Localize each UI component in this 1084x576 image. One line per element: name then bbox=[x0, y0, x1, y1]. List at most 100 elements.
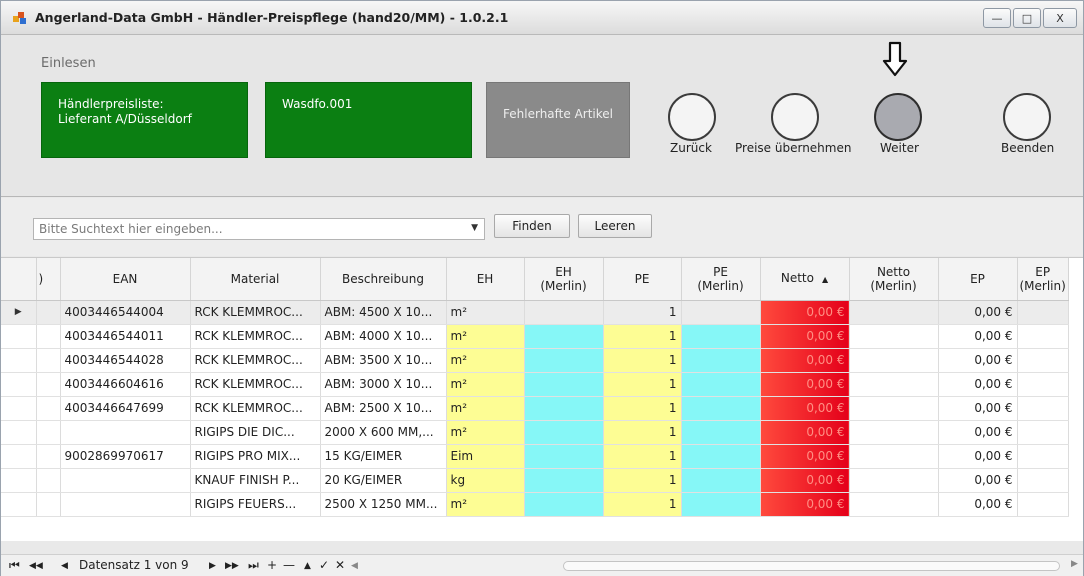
cell-netto[interactable]: 0,00 € bbox=[760, 324, 850, 349]
cell-netto[interactable]: 0,00 € bbox=[760, 420, 850, 445]
cell-pe[interactable]: 1 bbox=[603, 492, 682, 517]
remove-record-icon[interactable]: — bbox=[283, 558, 295, 572]
cell-ean[interactable]: 4003446544004 bbox=[60, 300, 191, 325]
cell-netto-merlin[interactable] bbox=[849, 324, 939, 349]
cell-ean[interactable]: 4003446604616 bbox=[60, 372, 191, 397]
cell-eh-merlin[interactable] bbox=[524, 468, 604, 493]
col-header-eh-merlin[interactable]: EH (Merlin) bbox=[524, 258, 604, 301]
table-row[interactable]: 4003446544011 RCK KLEMMROC... ABM: 4000 X … bbox=[1, 324, 1069, 349]
cell-netto[interactable]: 0,00 € bbox=[760, 444, 850, 469]
cell-ep-merlin[interactable] bbox=[1017, 492, 1069, 517]
cell-prev[interactable] bbox=[36, 492, 61, 517]
cell-pe-merlin[interactable] bbox=[681, 396, 761, 421]
cell-ep[interactable]: 0,00 € bbox=[938, 444, 1018, 469]
cell-eh-merlin[interactable] bbox=[524, 492, 604, 517]
add-record-icon[interactable]: + bbox=[267, 558, 277, 572]
col-header-ean[interactable]: EAN bbox=[60, 258, 191, 301]
row-indicator[interactable]: ▶ bbox=[1, 300, 37, 325]
cell-pe-merlin[interactable] bbox=[681, 348, 761, 373]
cell-netto-merlin[interactable] bbox=[849, 300, 939, 325]
cell-pe[interactable]: 1 bbox=[603, 372, 682, 397]
cell-material[interactable]: RIGIPS FEUERS... bbox=[190, 492, 321, 517]
apply-prices-button[interactable] bbox=[771, 93, 819, 141]
tile-fehlerhafte-artikel[interactable]: Fehlerhafte Artikel bbox=[486, 82, 630, 158]
cell-netto-merlin[interactable] bbox=[849, 492, 939, 517]
cell-netto[interactable]: 0,00 € bbox=[760, 300, 850, 325]
cell-material[interactable]: RCK KLEMMROC... bbox=[190, 372, 321, 397]
cell-netto-merlin[interactable] bbox=[849, 396, 939, 421]
find-button[interactable]: Finden bbox=[494, 214, 570, 238]
table-row[interactable]: 4003446647699 RCK KLEMMROC... ABM: 2500 X … bbox=[1, 396, 1069, 421]
cell-eh-merlin[interactable] bbox=[524, 396, 604, 421]
cell-pe[interactable]: 1 bbox=[603, 300, 682, 325]
table-row[interactable]: ▶ 4003446544004 RCK KLEMMROC... ABM: 4500 X… bbox=[1, 300, 1069, 325]
cell-pe[interactable]: 1 bbox=[603, 348, 682, 373]
row-indicator[interactable] bbox=[1, 492, 37, 517]
cell-ep-merlin[interactable] bbox=[1017, 372, 1069, 397]
move-up-icon[interactable]: ▲ bbox=[304, 561, 311, 571]
cell-ep-merlin[interactable] bbox=[1017, 444, 1069, 469]
cell-eh-merlin[interactable] bbox=[524, 420, 604, 445]
cell-material[interactable]: RCK KLEMMROC... bbox=[190, 396, 321, 421]
row-indicator[interactable] bbox=[1, 396, 37, 421]
col-header-pe[interactable]: PE bbox=[603, 258, 682, 301]
cell-netto-merlin[interactable] bbox=[849, 420, 939, 445]
cell-ean[interactable] bbox=[60, 420, 191, 445]
horizontal-scrollbar[interactable] bbox=[563, 561, 1060, 571]
cell-eh[interactable]: kg bbox=[446, 468, 525, 493]
cell-eh[interactable]: Eim bbox=[446, 444, 525, 469]
table-row[interactable]: KNAUF FINISH P... 20 KG/EIMER kg 1 0,00 € 0,0… bbox=[1, 468, 1069, 493]
cell-ean[interactable] bbox=[60, 492, 191, 517]
first-record-icon[interactable]: ⏮ bbox=[9, 558, 20, 573]
last-record-icon[interactable]: ⏭ bbox=[248, 558, 259, 573]
table-row[interactable]: RIGIPS DIE DIC... 2000 X 600 MM,... m² 1 0,0… bbox=[1, 420, 1069, 445]
cell-netto[interactable]: 0,00 € bbox=[760, 348, 850, 373]
clear-button[interactable]: Leeren bbox=[578, 214, 652, 238]
cell-netto[interactable]: 0,00 € bbox=[760, 492, 850, 517]
row-indicator[interactable] bbox=[1, 348, 37, 373]
cell-prev[interactable] bbox=[36, 348, 61, 373]
col-header-material[interactable]: Material bbox=[190, 258, 321, 301]
col-header-pe-merlin[interactable]: PE (Merlin) bbox=[681, 258, 761, 301]
search-combo[interactable]: ▼ bbox=[33, 218, 485, 240]
cell-eh[interactable]: m² bbox=[446, 492, 525, 517]
close-button[interactable]: X bbox=[1043, 8, 1077, 28]
cell-prev[interactable] bbox=[36, 396, 61, 421]
cell-beschreibung[interactable]: 15 KG/EIMER bbox=[320, 444, 447, 469]
cell-netto[interactable]: 0,00 € bbox=[760, 468, 850, 493]
cell-pe[interactable]: 1 bbox=[603, 396, 682, 421]
cell-netto-merlin[interactable] bbox=[849, 348, 939, 373]
tile-haendlerpreisliste[interactable]: Händlerpreisliste: Lieferant A/Düsseldor… bbox=[41, 82, 248, 158]
cell-ep[interactable]: 0,00 € bbox=[938, 348, 1018, 373]
cell-prev[interactable] bbox=[36, 468, 61, 493]
prev-record-icon[interactable]: ◀ bbox=[61, 561, 68, 571]
cell-ep[interactable]: 0,00 € bbox=[938, 420, 1018, 445]
cell-prev[interactable] bbox=[36, 444, 61, 469]
next-button[interactable] bbox=[874, 93, 922, 141]
cell-pe[interactable]: 1 bbox=[603, 468, 682, 493]
cell-ean[interactable]: 4003446544028 bbox=[60, 348, 191, 373]
confirm-icon[interactable]: ✓ bbox=[319, 558, 329, 572]
row-indicator[interactable] bbox=[1, 420, 37, 445]
cell-pe[interactable]: 1 bbox=[603, 420, 682, 445]
row-indicator[interactable] bbox=[1, 324, 37, 349]
cell-ep[interactable]: 0,00 € bbox=[938, 372, 1018, 397]
cell-material[interactable]: RIGIPS PRO MIX... bbox=[190, 444, 321, 469]
cell-ep-merlin[interactable] bbox=[1017, 348, 1069, 373]
table-row[interactable]: RIGIPS FEUERS... 2500 X 1250 MM... m² 1 0,00… bbox=[1, 492, 1069, 517]
cell-ep-merlin[interactable] bbox=[1017, 468, 1069, 493]
cell-pe[interactable]: 1 bbox=[603, 324, 682, 349]
cell-ep-merlin[interactable] bbox=[1017, 324, 1069, 349]
cell-netto-merlin[interactable] bbox=[849, 444, 939, 469]
cell-eh-merlin[interactable] bbox=[524, 444, 604, 469]
scroll-left-icon[interactable]: ◀ bbox=[351, 561, 358, 571]
cell-ean[interactable]: 4003446647699 bbox=[60, 396, 191, 421]
col-header-netto-merlin[interactable]: Netto (Merlin) bbox=[849, 258, 939, 301]
cell-material[interactable]: RIGIPS DIE DIC... bbox=[190, 420, 321, 445]
cell-eh[interactable]: m² bbox=[446, 396, 525, 421]
cell-ep-merlin[interactable] bbox=[1017, 396, 1069, 421]
cell-prev[interactable] bbox=[36, 372, 61, 397]
cell-eh[interactable]: m² bbox=[446, 348, 525, 373]
col-header-ep-merlin[interactable]: EP (Merlin) bbox=[1017, 258, 1069, 301]
cell-eh[interactable]: m² bbox=[446, 300, 525, 325]
